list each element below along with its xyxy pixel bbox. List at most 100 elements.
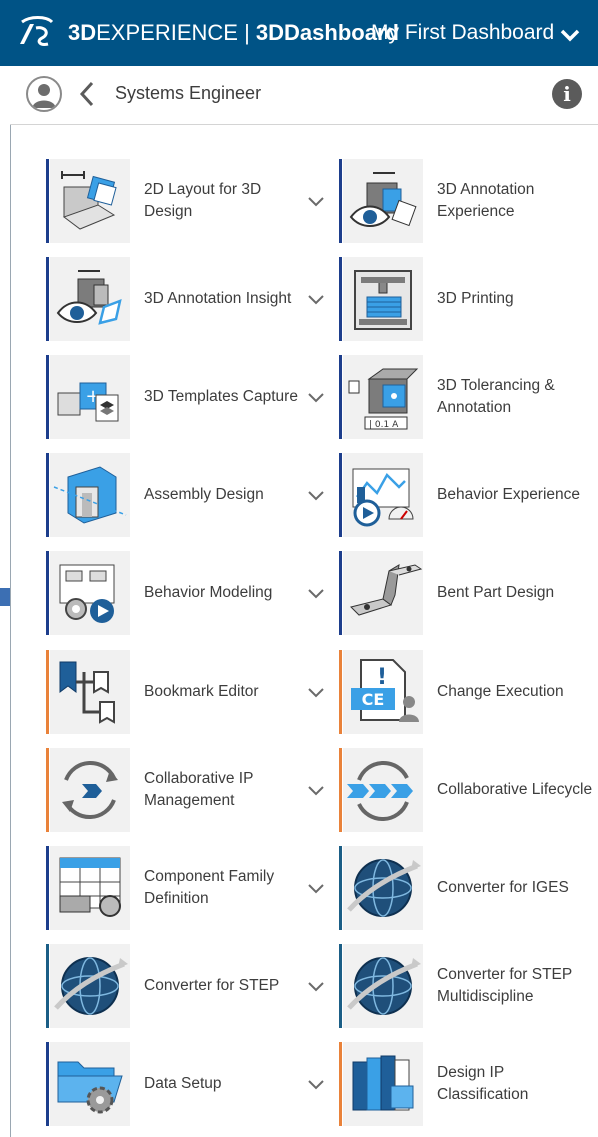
app-tile-label[interactable]: 2D Layout for 3D Design <box>144 159 308 243</box>
app-tile[interactable]: 2D Layout for 3D Design <box>46 159 336 243</box>
app-tile-label[interactable]: Collaborative Lifecycle <box>437 748 597 832</box>
tile-accent-bar <box>339 159 342 243</box>
avatar[interactable] <box>26 76 62 112</box>
app-tile-label[interactable]: Behavior Experience <box>437 453 597 537</box>
app-tile[interactable]: | 0.1 A 3D Tolerancing & Annotation <box>339 355 597 439</box>
tolerancing-icon[interactable]: | 0.1 A <box>343 355 423 439</box>
app-tile-label[interactable]: Collaborative IP Management <box>144 748 308 832</box>
app-tile-label[interactable]: Change Execution <box>437 650 597 734</box>
app-tile[interactable]: Behavior Experience <box>339 453 597 537</box>
app-tile-label[interactable]: 3D Templates Capture <box>144 355 308 439</box>
app-tile-label[interactable]: Data Setup <box>144 1042 308 1126</box>
panel-border <box>10 66 11 1137</box>
info-icon[interactable]: i <box>552 79 582 109</box>
layout-2d-icon[interactable] <box>50 159 130 243</box>
tile-accent-bar <box>339 453 342 537</box>
brand-thin: EXPERIENCE <box>96 20 238 45</box>
bent-part-icon[interactable] <box>343 551 423 635</box>
back-chevron-icon[interactable] <box>78 80 96 108</box>
dashboard-title[interactable]: My First Dashboard <box>371 21 554 45</box>
printer-3d-icon[interactable] <box>343 257 423 341</box>
chevron-down-icon[interactable] <box>308 980 324 992</box>
app-tile[interactable]: Bookmark Editor <box>46 650 336 734</box>
app-tile[interactable]: Converter for STEP <box>46 944 336 1028</box>
tile-accent-bar <box>46 453 49 537</box>
app-tile-label[interactable]: Bookmark Editor <box>144 650 308 734</box>
chevron-down-icon[interactable] <box>560 28 580 42</box>
globe-icon[interactable] <box>343 944 423 1028</box>
chevron-down-icon[interactable] <box>308 784 324 796</box>
tile-accent-bar <box>46 257 49 341</box>
app-tile[interactable]: Collaborative IP Management <box>46 748 336 832</box>
bookmark-icon[interactable] <box>50 650 130 734</box>
ds-logo-icon[interactable] <box>16 14 60 52</box>
assembly-icon[interactable] <box>50 453 130 537</box>
behavior-modeling-icon[interactable] <box>50 551 130 635</box>
app-tile-label[interactable]: Behavior Modeling <box>144 551 308 635</box>
chevron-down-icon[interactable] <box>308 489 324 501</box>
tile-accent-bar <box>339 355 342 439</box>
panel-resize-handle[interactable] <box>0 588 10 606</box>
folder-gear-icon[interactable] <box>50 1042 130 1126</box>
app-tile-label[interactable]: Converter for STEP Multidiscipline <box>437 944 597 1028</box>
app-tile-label[interactable]: 3D Annotation Experience <box>437 159 597 243</box>
chevron-down-icon[interactable] <box>308 391 324 403</box>
tile-accent-bar <box>46 551 49 635</box>
app-tile-label[interactable]: 3D Annotation Insight <box>144 257 308 341</box>
chevron-down-icon[interactable] <box>308 195 324 207</box>
app-tile[interactable]: CE! Change Execution <box>339 650 597 734</box>
app-tile-label[interactable]: Converter for IGES <box>437 846 597 930</box>
app-tile[interactable]: 3D Annotation Insight <box>46 257 336 341</box>
svg-text:| 0.1 A: | 0.1 A <box>369 420 399 430</box>
app-tile[interactable]: Collaborative Lifecycle <box>339 748 597 832</box>
tile-accent-bar <box>46 846 49 930</box>
tile-accent-bar <box>339 257 342 341</box>
chevron-down-icon[interactable] <box>308 882 324 894</box>
role-bar: Systems Engineer i <box>10 66 598 125</box>
app-tile-label[interactable]: 3D Tolerancing & Annotation <box>437 355 597 439</box>
annotation-insight-icon[interactable] <box>50 257 130 341</box>
app-tile[interactable]: Behavior Modeling <box>46 551 336 635</box>
app-tile[interactable]: Component Family Definition <box>46 846 336 930</box>
app-tile[interactable]: Converter for IGES <box>339 846 597 930</box>
annotation-experience-icon[interactable] <box>343 159 423 243</box>
app-tile[interactable]: +3D Templates Capture <box>46 355 336 439</box>
chevron-down-icon[interactable] <box>308 686 324 698</box>
app-tile[interactable]: 3D Printing <box>339 257 597 341</box>
collab-ip-icon[interactable] <box>50 748 130 832</box>
change-execution-icon[interactable]: CE! <box>343 650 423 734</box>
tile-accent-bar <box>339 846 342 930</box>
component-family-icon[interactable] <box>50 846 130 930</box>
app-tile-label[interactable]: Assembly Design <box>144 453 308 537</box>
svg-text:CE: CE <box>362 690 385 709</box>
svg-text:!: ! <box>377 665 387 690</box>
chevron-down-icon[interactable] <box>308 1078 324 1090</box>
behavior-experience-icon[interactable] <box>343 453 423 537</box>
collab-lifecycle-icon[interactable] <box>343 748 423 832</box>
app-tile[interactable]: Bent Part Design <box>339 551 597 635</box>
app-tile[interactable]: Assembly Design <box>46 453 336 537</box>
app-tile-label[interactable]: Component Family Definition <box>144 846 308 930</box>
tile-accent-bar <box>339 1042 342 1126</box>
app-tile[interactable]: Converter for STEP Multidiscipline <box>339 944 597 1028</box>
app-tile[interactable]: Data Setup <box>46 1042 336 1126</box>
app-tile-label[interactable]: Design IP Classification <box>437 1042 597 1126</box>
user-icon <box>32 84 56 108</box>
globe-icon[interactable] <box>343 846 423 930</box>
app-tile-label[interactable]: Converter for STEP <box>144 944 308 1028</box>
brand-separator: | <box>237 20 256 45</box>
classification-icon[interactable] <box>343 1042 423 1126</box>
tile-accent-bar <box>46 1042 49 1126</box>
app-tile-label[interactable]: Bent Part Design <box>437 551 597 635</box>
app-tile-label[interactable]: 3D Printing <box>437 257 597 341</box>
app-tile[interactable]: 3D Annotation Experience <box>339 159 597 243</box>
templates-capture-icon[interactable]: + <box>50 355 130 439</box>
globe-icon[interactable] <box>50 944 130 1028</box>
chevron-down-icon[interactable] <box>308 587 324 599</box>
tile-accent-bar <box>46 159 49 243</box>
tile-accent-bar <box>339 944 342 1028</box>
chevron-down-icon[interactable] <box>308 293 324 305</box>
app-tile[interactable]: Design IP Classification <box>339 1042 597 1126</box>
tile-accent-bar <box>339 551 342 635</box>
tile-accent-bar <box>339 748 342 832</box>
